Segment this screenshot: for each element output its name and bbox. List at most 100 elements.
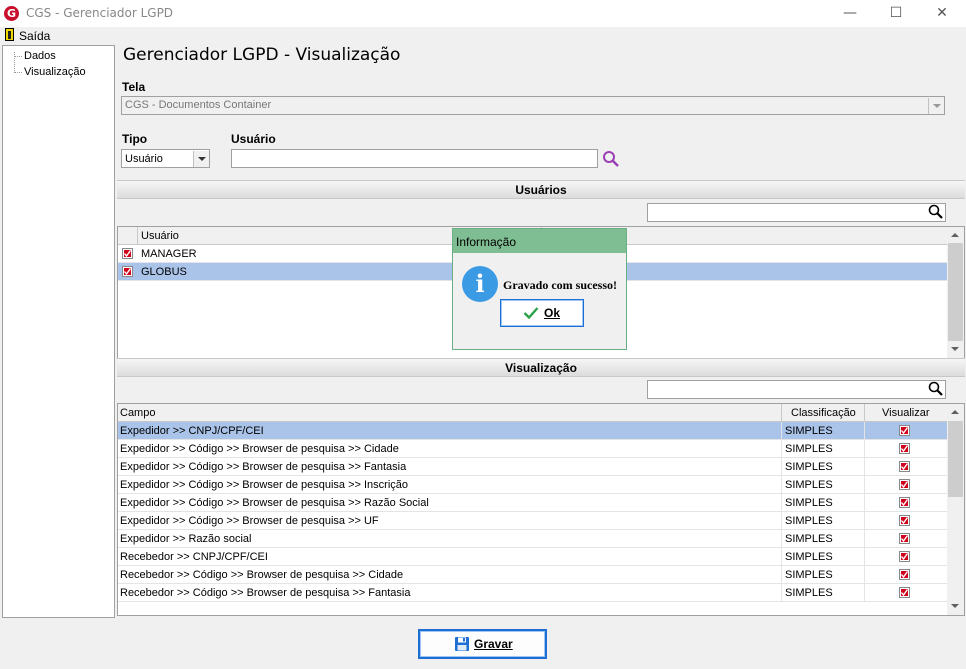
campo-cell: Recebedor >> Código >> Browser de pesqui… [120,569,404,581]
cell-divider [781,458,782,476]
dialog-title-bar[interactable]: Informação [453,229,626,253]
classificacao-cell: SIMPLES [785,587,833,599]
classificacao-cell: SIMPLES [785,443,833,455]
visualizar-checkbox[interactable] [899,515,910,526]
app-logo-icon: G [4,6,19,21]
visualizar-column-header[interactable]: Visualizar [882,407,930,419]
table-row[interactable]: Expedidor >> Razão social SIMPLES [118,530,947,548]
cell-divider [781,422,782,440]
view-filter-search-icon[interactable] [928,381,944,400]
view-scrollbar[interactable] [947,404,964,615]
campo-cell: Expedidor >> Código >> Browser de pesqui… [120,515,379,527]
tipo-label: Tipo [122,132,148,146]
cell-divider [781,584,782,602]
usuario-input[interactable] [231,149,598,168]
cell-divider [781,530,782,548]
cell-divider [864,458,865,476]
table-row[interactable]: Expedidor >> Código >> Browser de pesqui… [118,494,947,512]
scroll-down-icon[interactable] [951,604,959,608]
column-divider [781,404,782,422]
classificacao-cell: SIMPLES [785,497,833,509]
classificacao-cell: SIMPLES [785,533,833,545]
visualizar-checkbox[interactable] [899,443,910,454]
table-row[interactable]: Recebedor >> Código >> Browser de pesqui… [118,584,947,602]
scroll-down-icon[interactable] [951,347,959,351]
campo-cell: Recebedor >> Código >> Browser de pesqui… [120,587,411,599]
cell-divider [781,440,782,458]
close-button[interactable]: ✕ [922,2,962,24]
scroll-up-icon[interactable] [951,233,959,237]
navigation-tree [2,45,115,618]
user-search-icon[interactable] [602,150,620,171]
cell-divider [781,476,782,494]
tela-dropdown-button[interactable] [928,98,944,114]
table-row[interactable]: Expedidor >> Código >> Browser de pesqui… [118,458,947,476]
tree-item-visualizacao[interactable]: Visualização [24,66,86,78]
cell-divider [864,512,865,530]
save-button[interactable]: Gravar [418,629,547,659]
users-scrollbar[interactable] [947,227,964,358]
cell-divider [864,548,865,566]
minimize-button[interactable]: — [830,2,870,24]
tela-value: CGS - Documentos Container [125,99,272,111]
campo-cell: Expedidor >> Código >> Browser de pesqui… [120,461,407,473]
user-name: GLOBUS [141,266,187,278]
cell-divider [864,584,865,602]
classificacao-cell: SIMPLES [785,425,833,437]
table-row[interactable]: Expedidor >> Código >> Browser de pesqui… [118,476,947,494]
table-row[interactable]: Expedidor >> Código >> Browser de pesqui… [118,512,947,530]
tree-connector [14,72,22,73]
user-name: MANAGER [141,248,197,260]
classificacao-column-header[interactable]: Classificação [791,407,856,419]
column-divider [864,404,865,422]
classificacao-cell: SIMPLES [785,461,833,473]
users-filter-search-icon[interactable] [928,204,944,223]
visualizar-checkbox[interactable] [899,461,910,472]
visualizar-checkbox[interactable] [899,479,910,490]
cell-divider [864,476,865,494]
scroll-thumb[interactable] [948,243,963,341]
view-filter-input[interactable] [647,380,946,399]
maximize-button[interactable]: ☐ [876,2,916,24]
column-divider [137,227,138,245]
table-row[interactable]: Expedidor >> Código >> Browser de pesqui… [118,440,947,458]
exit-door-icon[interactable] [5,28,14,41]
visualizar-checkbox[interactable] [899,551,910,562]
visualizar-checkbox[interactable] [899,587,910,598]
menu-exit[interactable]: Saída [19,29,50,43]
visualizar-checkbox[interactable] [899,569,910,580]
tipo-dropdown-button[interactable] [193,151,209,167]
cell-divider [781,566,782,584]
cell-divider [864,440,865,458]
tipo-value: Usuário [125,153,163,165]
checkmark-icon [523,307,539,320]
scroll-up-icon[interactable] [951,410,959,414]
save-button-label: Gravar [474,637,513,651]
campo-cell: Expedidor >> Código >> Browser de pesqui… [120,497,429,509]
campo-column-header[interactable]: Campo [120,407,155,419]
tela-combo[interactable]: CGS - Documentos Container [121,96,945,115]
visualizar-checkbox[interactable] [899,533,910,544]
ok-button[interactable]: Ok [500,299,584,327]
tipo-combo[interactable]: Usuário [121,149,210,168]
classificacao-cell: SIMPLES [785,551,833,563]
visualizar-checkbox[interactable] [899,497,910,508]
campo-cell: Expedidor >> Razão social [120,533,252,545]
scroll-thumb[interactable] [948,421,963,497]
table-row[interactable]: Expedidor >> CNPJ/CPF/CEI SIMPLES [118,422,947,440]
table-row[interactable]: Recebedor >> Código >> Browser de pesqui… [118,566,947,584]
menu-bar [0,27,966,45]
visualizar-checkbox[interactable] [899,425,910,436]
users-column-header[interactable]: Usuário [141,230,179,242]
user-checkbox[interactable] [122,248,133,259]
view-section-header: Visualização [117,358,965,377]
users-filter-input[interactable] [647,203,946,222]
table-row[interactable]: Recebedor >> CNPJ/CPF/CEI SIMPLES [118,548,947,566]
user-checkbox[interactable] [122,266,133,277]
floppy-disk-icon [455,637,469,651]
chevron-down-icon [198,157,206,161]
page-title: Gerenciador LGPD - Visualização [123,45,401,65]
tree-connector [14,56,22,57]
tree-item-dados[interactable]: Dados [24,50,56,62]
classificacao-cell: SIMPLES [785,515,833,527]
